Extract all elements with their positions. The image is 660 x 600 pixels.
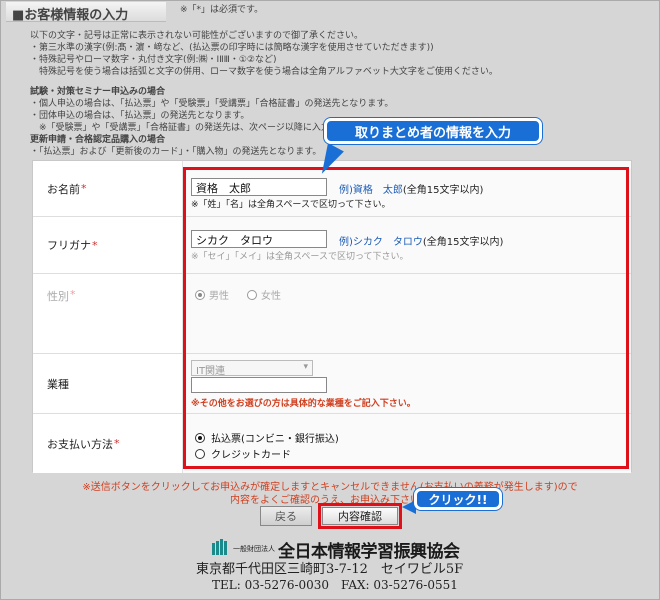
radio-male[interactable] [195, 289, 205, 300]
required-note: ※「*」は必須です。 [180, 5, 264, 15]
seminar-heading: 試験・対策セミナー申込みの場合 [30, 87, 166, 97]
name-example: 例)資格 太郎(全角15文字以内) [339, 185, 484, 196]
org-logo-icon [212, 539, 227, 555]
kana-label: フリガナ * [33, 217, 183, 273]
chevron-down-icon: ▾ [303, 362, 308, 372]
gender-label: 性別 * [33, 274, 183, 353]
row-gender: 性別 * 男性 女性 [33, 274, 631, 354]
row-kana: フリガナ * シカク タロウ 例)シカク タロウ(全角15文字以内) ※「セイ」「… [33, 217, 631, 274]
kana-example: 例)シカク タロウ(全角15文字以内) [339, 237, 504, 248]
note-line: ・特殊記号やローマ数字・丸付き文字(例:㈱・ⅠⅡⅢ・①②など) [30, 55, 277, 65]
kana-hint: ※「セイ」「メイ」は全角スペースで区切って下さい。 [191, 252, 409, 262]
payment-option-card[interactable]: クレジットカード [195, 446, 291, 461]
note-line: ・第三水準の漢字(例:髙・濵・﨑など、(払込票の印字時には簡略な漢字を使用させて… [30, 43, 434, 53]
payment-label: お支払い方法 * [33, 414, 183, 473]
kana-field-cell: シカク タロウ 例)シカク タロウ(全角15文字以内) ※「セイ」「メイ」は全角… [183, 217, 631, 273]
callout-enter-info: 取りまとめ者の情報を入力 [324, 118, 542, 144]
row-payment: お支払い方法 * 払込票(コンビニ・銀行振込) クレジットカード [33, 414, 631, 473]
radio-card[interactable] [195, 448, 205, 459]
name-label: お名前 * [33, 161, 183, 216]
row-industry: 業種 IT関連 ▾ ※その他をお選びの方は具体的な業種をご記入下さい。 [33, 354, 631, 414]
back-button[interactable]: 戻る [260, 506, 312, 526]
industry-label: 業種 [33, 354, 183, 413]
payment-field-cell: 払込票(コンビニ・銀行振込) クレジットカード [183, 414, 631, 473]
confirm-highlight [318, 503, 402, 529]
name-hint: ※「姓」「名」は全角スペースで区切って下さい。 [191, 200, 391, 210]
industry-select[interactable]: IT関連 ▾ [191, 360, 313, 377]
industry-other-input[interactable] [191, 377, 327, 393]
radio-female[interactable] [247, 289, 257, 300]
note-line: 特殊記号を使う場合は括弧と文字の併用、ローマ数字を使う場合は全角アルファベット大… [30, 67, 498, 77]
customer-form: お名前 * 資格 太郎 例)資格 太郎(全角15文字以内) ※「姓」「名」は全角ス… [32, 160, 632, 473]
note-line: 以下の文字・記号は正常に表示されない可能性がございますので御了承ください。 [30, 31, 364, 41]
payment-option-slip[interactable]: 払込票(コンビニ・銀行振込) [195, 430, 339, 445]
org-tel: TEL: 03-5276-0030 FAX: 03-5276-0551 [212, 578, 458, 592]
note-line: ・個人申込の場合は、「払込票」や「受験票」「受講票」「合格証書」の発送先となりま… [30, 99, 394, 109]
callout-click: クリック!! [414, 488, 502, 510]
industry-note: ※その他をお選びの方は具体的な業種をご記入下さい。 [191, 399, 416, 409]
gender-male-option[interactable]: 男性 [195, 287, 229, 302]
radio-slip[interactable] [195, 432, 205, 443]
industry-field-cell: IT関連 ▾ ※その他をお選びの方は具体的な業種をご記入下さい。 [183, 354, 631, 413]
org-address: 東京都千代田区三崎町3-7-12 セイワビル5F [196, 562, 464, 577]
kana-input[interactable]: シカク タロウ [191, 230, 327, 248]
gender-field-cell: 男性 女性 [183, 274, 631, 353]
name-input[interactable]: 資格 太郎 [191, 178, 327, 196]
gender-female-option[interactable]: 女性 [247, 287, 281, 302]
section-title: ■お客様情報の入力 [6, 2, 166, 23]
name-field-cell: 資格 太郎 例)資格 太郎(全角15文字以内) ※「姓」「名」は全角スペースで区… [183, 161, 631, 216]
org-type: 一般財団法人 [233, 545, 275, 553]
